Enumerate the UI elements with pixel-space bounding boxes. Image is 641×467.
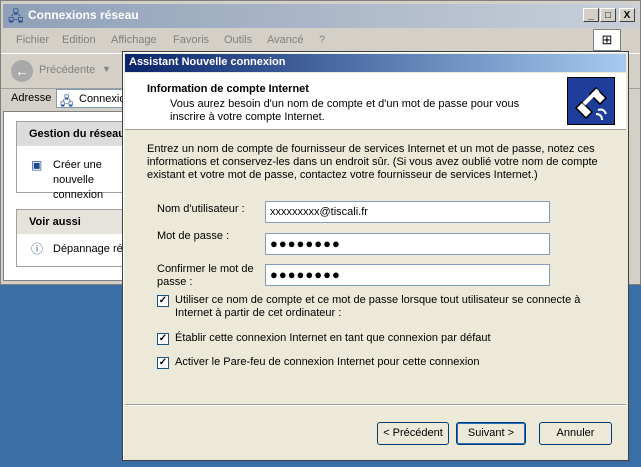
new-connection-wizard: Assistant Nouvelle connexion Information… [122, 51, 629, 461]
see-also-panel: Voir aussi ⓘ Dépannage ré [16, 209, 126, 267]
all-users-label[interactable]: Utiliser ce nom de compte et ce mot de p… [175, 294, 595, 320]
confirm-password-input[interactable]: ●●●●●●●● [265, 264, 550, 286]
menu-outils[interactable]: Outils [224, 34, 252, 46]
new-connection-icon: ▣ [31, 158, 43, 172]
username-label: Nom d'utilisateur : [157, 203, 245, 215]
minimize-button[interactable]: _ [583, 8, 599, 22]
network-connections-icon: 🖧 [8, 8, 24, 24]
address-label: Adresse [11, 92, 52, 104]
default-connection-label[interactable]: Établir cette connexion Internet en tant… [175, 332, 595, 345]
network-folder-icon: 🖧 [60, 94, 74, 108]
username-input[interactable]: xxxxxxxxx@tiscali.fr [265, 201, 550, 223]
all-users-checkbox[interactable]: ✓ [157, 295, 169, 307]
wizard-title: Assistant Nouvelle connexion [129, 56, 286, 68]
chevron-down-icon[interactable]: ▼ [102, 64, 111, 74]
next-button[interactable]: Suivant > [456, 422, 526, 445]
wizard-header: Information de compte Internet Vous aure… [125, 73, 626, 130]
info-icon: ⓘ [31, 242, 44, 256]
wizard-titlebar: Assistant Nouvelle connexion [125, 54, 626, 72]
troubleshoot-text[interactable]: Dépannage ré [53, 242, 123, 257]
explorer-title: Connexions réseau [28, 8, 139, 22]
header-subtitle: Vous aurez besoin d'un nom de compte et … [170, 98, 520, 123]
maximize-button[interactable]: □ [600, 8, 616, 22]
back-button-label[interactable]: Précédente [39, 64, 95, 76]
menu-edition[interactable]: Edition [62, 34, 96, 46]
header-title: Information de compte Internet [147, 83, 309, 95]
menu-avance[interactable]: Avancé [267, 34, 304, 46]
button-separator [125, 404, 626, 406]
phone-connection-icon [567, 77, 615, 125]
firewall-checkbox[interactable]: ✓ [157, 357, 169, 369]
windows-flag-icon: ⊞ [593, 29, 621, 51]
password-input[interactable]: ●●●●●●●● [265, 233, 550, 255]
intro-text: Entrez un nom de compte de fournisseur d… [147, 143, 598, 181]
menu-fichier[interactable]: Fichier [16, 34, 49, 46]
network-tasks-panel: Gestion du réseau ▣ Créer une nouvelle c… [16, 121, 126, 201]
address-text: Connexio [79, 93, 126, 105]
firewall-label[interactable]: Activer le Pare-feu de connexion Interne… [175, 356, 595, 369]
see-also-title: Voir aussi [17, 210, 125, 234]
confirm-password-label: Confirmer le mot de passe : [157, 263, 254, 288]
close-button[interactable]: X [619, 8, 635, 22]
cancel-button[interactable]: Annuler [539, 422, 612, 445]
password-label: Mot de passe : [157, 230, 230, 242]
menu-affichage[interactable]: Affichage [111, 34, 157, 46]
back-arrow-icon[interactable]: ← [11, 60, 33, 82]
back-button[interactable]: < Précédent [377, 422, 449, 445]
menu-help[interactable]: ? [319, 34, 325, 46]
menu-favoris[interactable]: Favoris [173, 34, 209, 46]
network-tasks-title: Gestion du réseau [17, 122, 125, 146]
default-connection-checkbox[interactable]: ✓ [157, 333, 169, 345]
explorer-titlebar: 🖧 Connexions réseau _ □ X [3, 4, 638, 28]
menu-bar: Fichier Edition Affichage Favoris Outils… [1, 29, 640, 51]
